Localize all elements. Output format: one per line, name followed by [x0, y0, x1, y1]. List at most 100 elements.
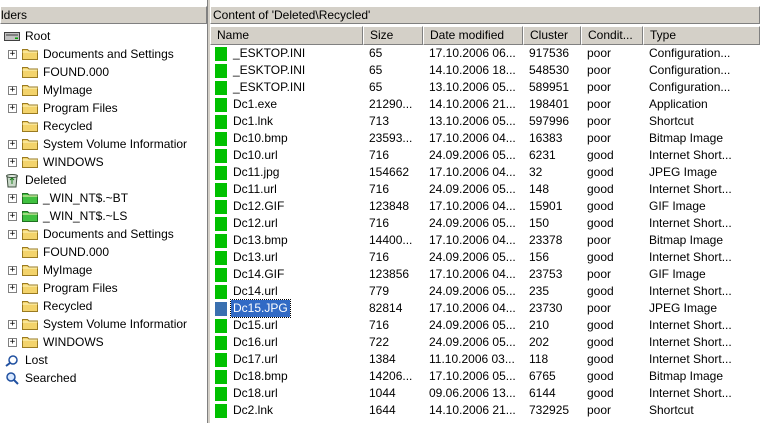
column-cluster-header[interactable]: Cluster — [523, 26, 581, 45]
expand-icon[interactable]: + — [8, 284, 17, 293]
column-name-header[interactable]: Name — [210, 26, 363, 45]
cell-condition: poor — [587, 97, 612, 111]
cell-date-modified: 17.10.2006 04... — [429, 233, 516, 247]
file-row[interactable]: Dc15.JPG 82814 17.10.2006 04... 23730 poor JP… — [210, 299, 760, 318]
green-folder-icon — [22, 209, 38, 223]
expand-icon[interactable]: + — [8, 194, 17, 203]
file-row[interactable]: Dc18.bmp 14206... 17.10.2006 05... 6765 good… — [210, 368, 760, 385]
cell-name: Dc11.url — [233, 182, 277, 196]
tree-item[interactable]: + MyImage — [0, 81, 207, 99]
file-icon — [215, 268, 227, 282]
cell-type: Internet Short... — [649, 335, 732, 349]
tree-item[interactable]: + _WIN_NT$.~BT — [0, 189, 207, 207]
cell-date-modified: 17.10.2006 04... — [429, 199, 516, 213]
tree-item[interactable]: + MyImage — [0, 261, 207, 279]
tree-item-label: FOUND.000 — [43, 245, 110, 259]
file-row[interactable]: _ESKTOP.INI 65 14.10.2006 18... 548530 poor C… — [210, 62, 760, 79]
cell-condition: poor — [587, 233, 612, 247]
file-row[interactable]: Dc18.url 1044 09.06.2006 13... 6144 good Inte… — [210, 385, 760, 402]
cell-size: 14400... — [369, 233, 413, 247]
tree-item[interactable]: + Documents and Settings — [0, 225, 207, 243]
file-row[interactable]: Dc10.url 716 24.09.2006 05... 6231 good Inter… — [210, 147, 760, 164]
column-date-modified-header[interactable]: Date modified — [423, 26, 523, 45]
file-row[interactable]: Dc12.url 716 24.09.2006 05... 150 good Intern… — [210, 215, 760, 232]
file-row[interactable]: Dc11.url 716 24.09.2006 05... 148 good Intern… — [210, 181, 760, 198]
tree-item[interactable]: FOUND.000 — [0, 63, 207, 81]
expand-icon[interactable]: + — [8, 230, 17, 239]
tree-item[interactable]: + Program Files — [0, 279, 207, 297]
tree-item[interactable]: + _WIN_NT$.~LS — [0, 207, 207, 225]
expand-icon[interactable]: + — [8, 86, 17, 95]
folder-icon — [22, 227, 38, 241]
tree-item[interactable]: Deleted — [0, 171, 207, 189]
cell-name: Dc13.url — [233, 250, 278, 264]
file-row[interactable]: Dc12.GIF 123848 17.10.2006 04... 15901 good G… — [210, 198, 760, 215]
cell-type: Bitmap Image — [649, 131, 724, 145]
expand-icon[interactable]: + — [8, 338, 17, 347]
file-row[interactable]: Dc15.url 716 24.09.2006 05... 210 good Intern… — [210, 317, 760, 334]
tree-item[interactable]: + System Volume Informatior — [0, 135, 207, 153]
file-row[interactable]: Dc14.GIF 123856 17.10.2006 04... 23753 poor G… — [210, 266, 760, 283]
cell-condition: poor — [587, 114, 612, 128]
tree-item[interactable]: + WINDOWS — [0, 333, 207, 351]
file-row[interactable]: Dc1.exe 21290... 14.10.2006 21... 198401 poo… — [210, 96, 760, 113]
file-row[interactable]: Dc16.url 722 24.09.2006 05... 202 good Intern… — [210, 334, 760, 351]
file-row[interactable]: Dc14.url 779 24.09.2006 05... 235 good Intern… — [210, 283, 760, 300]
expand-icon[interactable]: + — [8, 50, 17, 59]
column-condition-header[interactable]: Condit... — [581, 26, 643, 45]
expand-icon[interactable]: + — [8, 158, 17, 167]
file-row[interactable]: Dc1.lnk 713 13.10.2006 05... 597996 poor Shor… — [210, 113, 760, 130]
cell-date-modified: 14.10.2006 18... — [429, 63, 516, 77]
tree-item[interactable]: Recycled — [0, 297, 207, 315]
tree-item[interactable]: Recycled — [0, 117, 207, 135]
cell-condition: poor — [587, 131, 612, 145]
file-row[interactable]: Dc11.jpg 154662 17.10.2006 04... 32 good JPEG… — [210, 164, 760, 181]
file-icon — [215, 166, 227, 180]
cell-name: Dc10.bmp — [233, 131, 288, 145]
column-type-header[interactable]: Type — [643, 26, 760, 45]
tree-item-label: Documents and Settings — [43, 227, 174, 241]
expand-icon[interactable]: + — [8, 320, 17, 329]
cell-type: Bitmap Image — [649, 233, 724, 247]
tree-item[interactable]: Searched — [0, 369, 207, 387]
cell-cluster: 589951 — [529, 80, 570, 94]
folder-icon — [22, 245, 38, 259]
file-row[interactable]: Dc2.lnk 1644 14.10.2006 21... 732925 poor Sho… — [210, 402, 760, 419]
cell-size: 21290... — [369, 97, 413, 111]
cell-cluster: 15901 — [529, 199, 563, 213]
file-row[interactable]: Dc10.bmp 23593... 17.10.2006 04... 16383 poo… — [210, 130, 760, 147]
cell-date-modified: 14.10.2006 21... — [429, 403, 516, 417]
tree-item[interactable]: Root — [0, 27, 207, 45]
tree-item[interactable]: + WINDOWS — [0, 153, 207, 171]
expand-icon[interactable]: + — [8, 104, 17, 113]
cell-cluster: 32 — [529, 165, 543, 179]
file-row[interactable]: Dc13.bmp 14400... 17.10.2006 04... 23378 poo… — [210, 232, 760, 249]
file-row[interactable]: _ESKTOP.INI 65 17.10.2006 06... 917536 poor C… — [210, 45, 760, 62]
cell-name: Dc18.url — [233, 386, 278, 400]
cell-type: Configuration... — [649, 80, 731, 94]
column-size-header[interactable]: Size — [363, 26, 423, 45]
tree-item-label: MyImage — [43, 263, 93, 277]
cell-type: Internet Short... — [649, 250, 732, 264]
content-pane-title: Content of 'Deleted\Recycled' — [210, 6, 760, 24]
folder-icon — [22, 101, 38, 115]
expand-icon[interactable]: + — [8, 266, 17, 275]
cell-date-modified: 24.09.2006 05... — [429, 250, 516, 264]
cell-name: Dc14.GIF — [233, 267, 285, 281]
file-row[interactable]: Dc17.url 1384 11.10.2006 03... 118 good Inter… — [210, 351, 760, 368]
expand-icon[interactable]: + — [8, 212, 17, 221]
file-row[interactable]: Dc13.url 716 24.09.2006 05... 156 good Intern… — [210, 249, 760, 266]
cell-size: 722 — [369, 335, 390, 349]
expand-icon[interactable]: + — [8, 140, 17, 149]
tree-item[interactable]: FOUND.000 — [0, 243, 207, 261]
tree-item[interactable]: Lost — [0, 351, 207, 369]
cell-type: Internet Short... — [649, 216, 732, 230]
cell-size: 716 — [369, 318, 390, 332]
tree-item[interactable]: + Documents and Settings — [0, 45, 207, 63]
cell-date-modified: 24.09.2006 05... — [429, 284, 516, 298]
file-row[interactable]: _ESKTOP.INI 65 13.10.2006 05... 589951 poor C… — [210, 79, 760, 96]
tree-item[interactable]: + System Volume Informatior — [0, 315, 207, 333]
cell-name: Dc1.exe — [233, 97, 278, 111]
tree-item-label: Recycled — [43, 299, 93, 313]
tree-item[interactable]: + Program Files — [0, 99, 207, 117]
